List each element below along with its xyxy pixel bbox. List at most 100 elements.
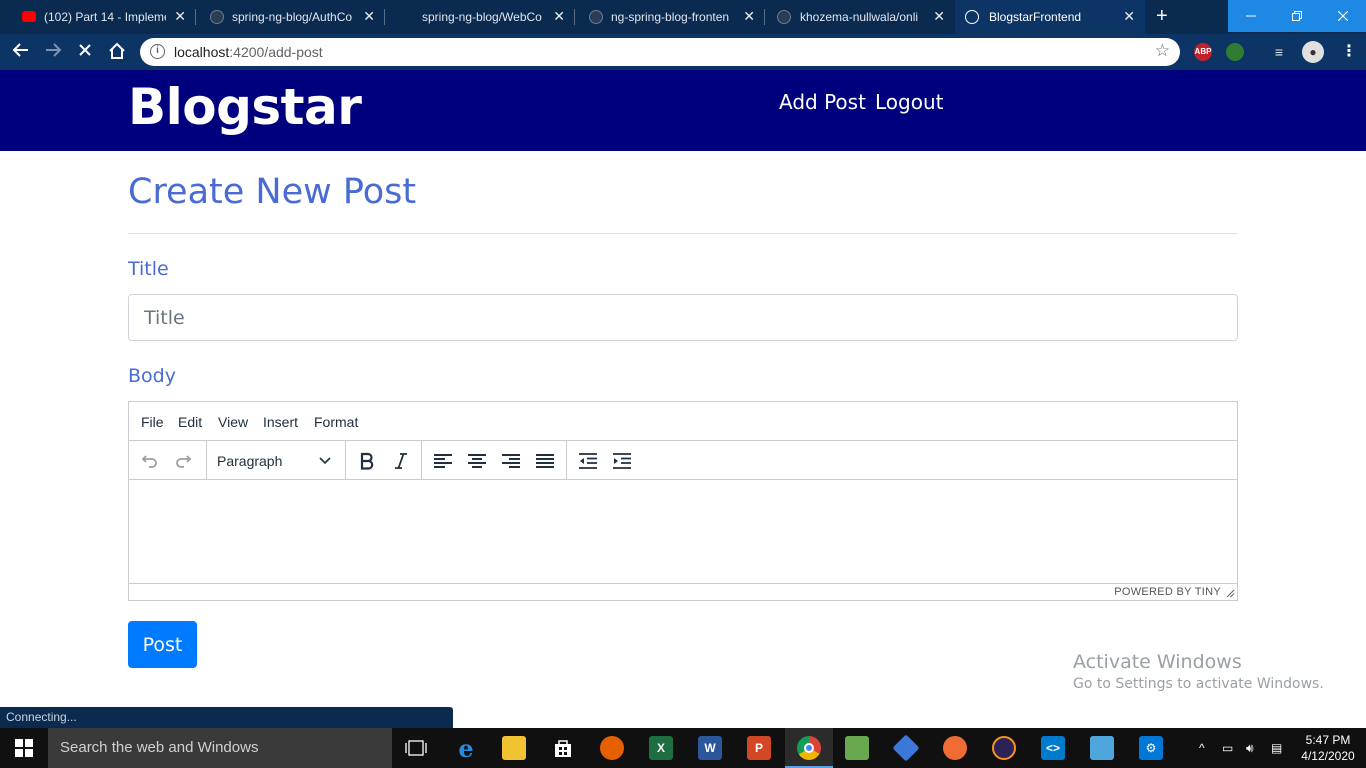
address-bar[interactable]: i localhost:4200/add-post ☆ (140, 38, 1180, 66)
outdent-icon (579, 453, 597, 469)
close-tab-icon[interactable]: ✕ (1123, 8, 1135, 25)
close-tab-icon[interactable]: ✕ (933, 8, 945, 25)
watermark-subtitle: Go to Settings to activate Windows. (1073, 676, 1324, 692)
toolbar-separator (566, 441, 567, 479)
browser-tab-strip: (102) Part 14 - Impleme ✕ spring-ng-blog… (0, 0, 1366, 34)
volume-icon[interactable]: 🔊︎ (1246, 728, 1254, 768)
editor-menu-view[interactable]: View (218, 414, 248, 430)
app-header: Blogstar Add Post Logout (0, 70, 1366, 151)
windows-logo-icon (15, 739, 33, 757)
align-right-icon (502, 454, 520, 468)
editor-statusbar: POWERED BY TINY (129, 583, 1237, 600)
editor-menu-edit[interactable]: Edit (178, 414, 202, 430)
powered-by-tiny-link[interactable]: POWERED BY TINY (1114, 586, 1221, 598)
close-tab-icon[interactable]: ✕ (174, 8, 186, 25)
minimize-button[interactable] (1228, 0, 1274, 32)
post-button[interactable]: Post (128, 621, 197, 668)
close-tab-icon[interactable]: ✕ (363, 8, 375, 25)
taskbar-clock[interactable]: 5:47 PM 4/12/2020 (1296, 732, 1360, 764)
browser-tab-authco[interactable]: spring-ng-blog/AuthCo ✕ (196, 0, 385, 34)
align-left-button[interactable] (431, 449, 455, 473)
profile-avatar-icon[interactable]: ● (1302, 41, 1324, 63)
browser-menu-icon[interactable]: ⋮ (1340, 43, 1358, 61)
align-justify-icon (536, 454, 554, 468)
logout-link[interactable]: Logout (875, 90, 943, 114)
remote-desktop-icon[interactable] (1090, 736, 1114, 760)
close-icon (79, 44, 91, 56)
edge-icon[interactable]: e (454, 734, 478, 763)
new-tab-button[interactable]: + (1156, 5, 1168, 27)
task-view-icon[interactable] (404, 736, 428, 760)
editor-menu-file[interactable]: File (141, 414, 164, 430)
block-format-select[interactable]: Paragraph (209, 449, 339, 473)
url-host: localhost (174, 44, 230, 60)
browser-tab-webco[interactable]: spring-ng-blog/WebCo ✕ (385, 0, 575, 34)
postman-icon[interactable] (943, 736, 967, 760)
align-justify-button[interactable] (533, 449, 557, 473)
browser-toolbar: i localhost:4200/add-post ☆ ABP ≡ ● ⋮ (0, 34, 1366, 70)
stop-button[interactable] (74, 41, 96, 63)
media-queue-icon[interactable]: ≡ (1270, 43, 1288, 61)
settings-gear-icon[interactable]: ⚙ (1139, 736, 1163, 760)
title-label: Title (128, 258, 169, 280)
align-center-button[interactable] (465, 449, 489, 473)
extension-globe-icon[interactable] (1226, 43, 1244, 61)
bookmark-star-icon[interactable]: ☆ (1155, 41, 1170, 61)
tab-label: spring-ng-blog/AuthCo (232, 10, 353, 24)
store-icon[interactable] (551, 736, 575, 760)
minimize-icon (1246, 15, 1256, 17)
brand-logo[interactable]: Blogstar (128, 78, 362, 136)
vscode-icon[interactable]: <> (1041, 736, 1065, 760)
file-explorer-icon[interactable] (502, 736, 526, 760)
browser-tab-blogstar[interactable]: BlogstarFrontend ✕ (955, 0, 1145, 34)
outdent-button[interactable] (576, 449, 600, 473)
editor-menubar: File Edit View Insert Format (129, 402, 1237, 441)
home-button[interactable] (106, 41, 128, 63)
taskbar-search[interactable]: Search the web and Windows (48, 728, 392, 768)
title-input[interactable] (128, 294, 1238, 341)
url-text[interactable]: localhost:4200/add-post (174, 44, 323, 60)
back-button[interactable] (10, 41, 32, 63)
arrow-left-icon (12, 43, 28, 57)
show-hidden-icons-icon[interactable]: ^ (1199, 728, 1205, 768)
firefox-icon[interactable] (600, 736, 624, 760)
notepad-plus-icon[interactable] (845, 736, 869, 760)
adblock-icon[interactable]: ABP (1194, 43, 1212, 61)
resize-handle-icon[interactable] (1226, 589, 1235, 600)
indent-button[interactable] (610, 449, 634, 473)
battery-icon[interactable]: ▭ (1222, 728, 1233, 768)
info-icon[interactable]: i (150, 44, 165, 59)
editor-content-area[interactable] (129, 480, 1237, 583)
start-button[interactable] (0, 728, 48, 768)
add-post-link[interactable]: Add Post (779, 90, 866, 114)
sourcetree-icon[interactable] (892, 734, 920, 762)
word-icon[interactable]: W (698, 736, 722, 760)
url-path: :4200/add-post (229, 44, 323, 60)
rich-text-editor: File Edit View Insert Format Paragraph P… (128, 401, 1238, 601)
angular-icon (965, 10, 979, 24)
browser-tab-frontend-repo[interactable]: ng-spring-blog-fronten ✕ (575, 0, 765, 34)
close-window-button[interactable] (1320, 0, 1366, 32)
close-tab-icon[interactable]: ✕ (743, 8, 755, 25)
redo-button[interactable] (172, 449, 196, 473)
italic-button[interactable] (389, 449, 413, 473)
undo-button[interactable] (137, 449, 161, 473)
editor-menu-format[interactable]: Format (314, 414, 358, 430)
notifications-icon[interactable]: ▤ (1271, 728, 1282, 768)
close-tab-icon[interactable]: ✕ (553, 8, 565, 25)
eclipse-icon[interactable] (992, 736, 1016, 760)
browser-tab-khozema[interactable]: khozema-nullwala/onli ✕ (765, 0, 955, 34)
chrome-icon[interactable] (797, 736, 821, 760)
editor-menu-insert[interactable]: Insert (263, 414, 298, 430)
bold-button[interactable] (355, 449, 379, 473)
home-icon (109, 42, 125, 59)
page-title: Create New Post (128, 172, 417, 212)
activate-windows-watermark: Activate Windows Go to Settings to activ… (1073, 651, 1324, 692)
align-right-button[interactable] (499, 449, 523, 473)
browser-tab-youtube[interactable]: (102) Part 14 - Impleme ✕ (0, 0, 196, 34)
powerpoint-icon[interactable]: P (747, 736, 771, 760)
forward-button[interactable] (42, 41, 64, 63)
block-format-value: Paragraph (217, 453, 283, 469)
excel-icon[interactable]: X (649, 736, 673, 760)
restore-button[interactable] (1274, 0, 1320, 32)
